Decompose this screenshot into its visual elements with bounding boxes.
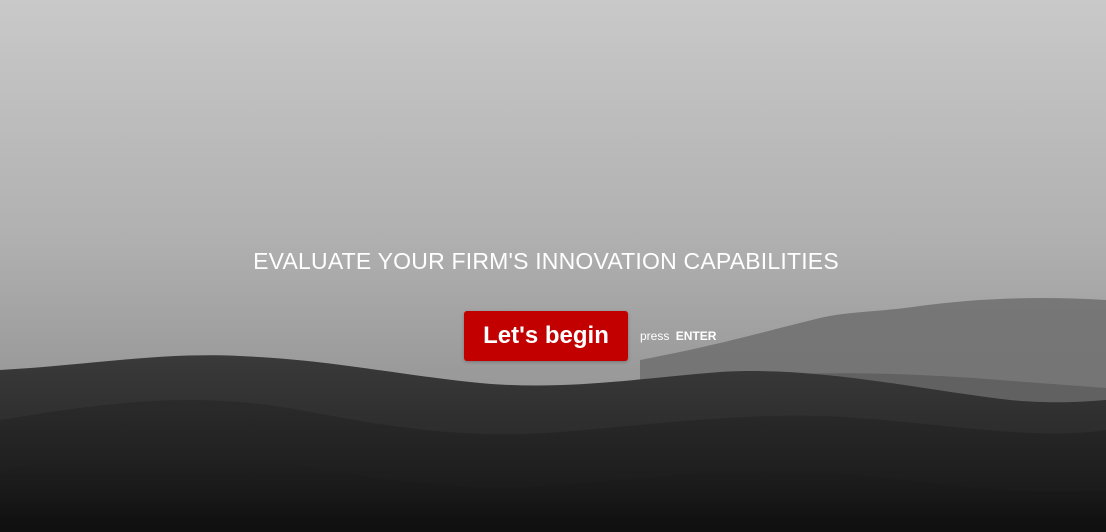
hint-prefix: press	[640, 329, 670, 343]
hint-key: ENTER	[675, 329, 717, 343]
lets-begin-button[interactable]: Let's begin	[464, 311, 628, 361]
welcome-screen: EVALUATE YOUR FIRM'S INNOVATION CAPABILI…	[0, 0, 1106, 532]
keyboard-hint: press ENTER	[640, 329, 716, 343]
cta-row: Let's begin press ENTER	[464, 311, 716, 361]
page-title: EVALUATE YOUR FIRM'S INNOVATION CAPABILI…	[253, 248, 839, 274]
